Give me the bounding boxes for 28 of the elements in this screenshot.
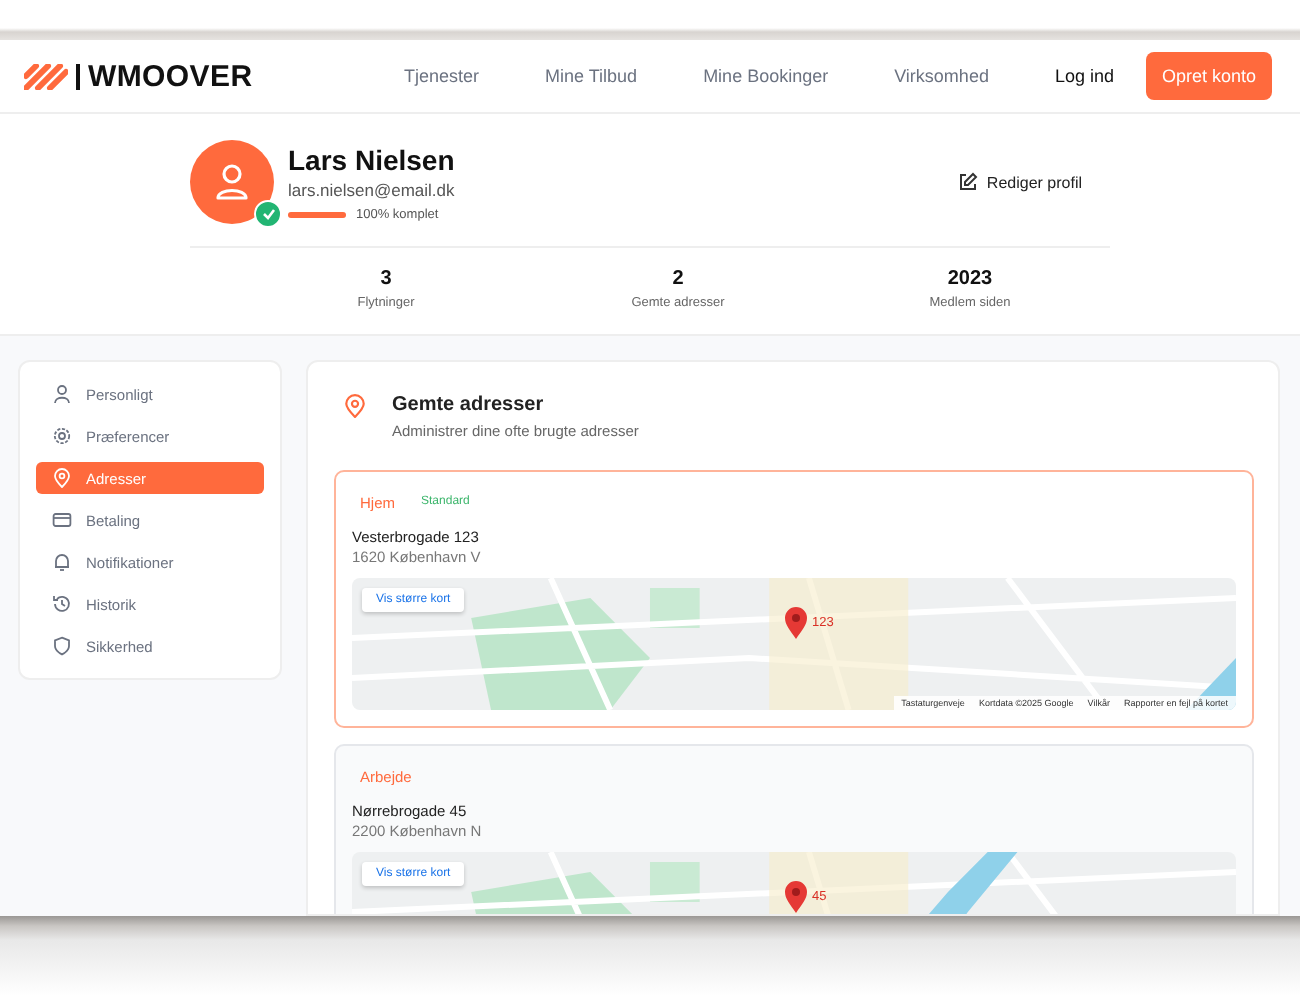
stat-value: 3: [380, 268, 392, 290]
location-pin-icon: [52, 468, 72, 488]
nav-link[interactable]: Tjenester: [404, 66, 480, 86]
shield-icon: [52, 636, 72, 656]
nav-link[interactable]: Mine Bookinger: [703, 66, 829, 86]
stat-value: 2: [672, 268, 684, 290]
logo-icon: [24, 63, 68, 89]
section-title: Gemte adresser: [392, 394, 546, 416]
profile-name: Lars Nielsen: [288, 143, 457, 175]
logo-divider: [76, 63, 80, 89]
nav-link[interactable]: Mine Tilbud: [545, 66, 638, 86]
location-pin-icon: [344, 394, 366, 418]
logo-text: WMOOVER: [88, 59, 253, 93]
profile-email: lars.nielsen@email.dk: [288, 179, 457, 199]
history-icon: [52, 594, 72, 614]
bell-icon: [52, 552, 72, 572]
edit-icon: [958, 172, 979, 192]
map-pin-icon: [784, 606, 808, 640]
map-pin-icon: [784, 880, 808, 914]
login-link[interactable]: Log ind: [1054, 66, 1114, 86]
credit-card-icon: [52, 510, 72, 530]
nav-link[interactable]: Virksomhed: [894, 66, 989, 86]
signup-button[interactable]: Opret konto: [1145, 52, 1272, 100]
user-icon: [52, 384, 72, 404]
user-icon: [216, 164, 248, 200]
stat-value: 2023: [947, 268, 993, 290]
gear-icon: [52, 426, 72, 446]
edit-profile-button[interactable]: Rediger profil: [946, 170, 1094, 194]
